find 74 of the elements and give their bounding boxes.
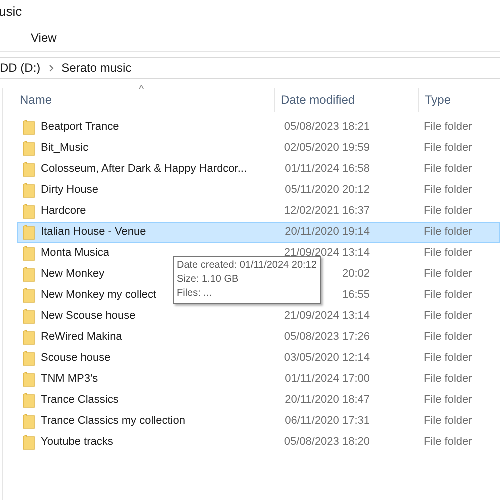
ribbon-tab[interactable]: View [31, 28, 57, 46]
file-type: File folder [423, 288, 472, 304]
date-modified: 12/02/2021 16:37 [284, 204, 370, 220]
chevron-icon [48, 64, 54, 72]
file-name: Youtube tracks [41, 435, 114, 450]
file-name: New Scouse house [41, 309, 136, 324]
date-modified: 20/11/2020 19:14 [285, 225, 370, 240]
selected-row[interactable]: Italian House - Venue 20/11/2020 19:14 File folder [17, 222, 500, 243]
breadcrumb[interactable]: Serato music [62, 59, 132, 77]
folder-icon [23, 330, 35, 345]
folder-icon [23, 120, 35, 135]
file-name: Trance Classics [41, 393, 119, 408]
file-name: Hardcore [41, 204, 86, 220]
file-name: Italian House - Venue [41, 225, 146, 240]
folder-icon [23, 162, 35, 177]
date-modified: 20:02 [342, 267, 370, 282]
file-name: Trance Classics my collection [41, 414, 186, 430]
tooltip-text: Files: ... [177, 287, 214, 301]
column-header[interactable]: Type [418, 88, 500, 112]
file-type: File folder [423, 435, 472, 450]
file-name: New Monkey my collect [41, 288, 157, 304]
file-type: File folder [423, 372, 472, 388]
folder-icon [23, 372, 35, 387]
file-type: File folder [423, 414, 472, 430]
file-type: File folder [423, 162, 472, 178]
date-modified: 01/11/2024 17:00 [285, 372, 370, 388]
file-type: File folder [423, 330, 472, 346]
date-modified: 01/11/2024 16:58 [285, 162, 370, 178]
date-modified: 05/08/2023 18:20 [284, 435, 370, 450]
file-type: File folder [423, 141, 472, 156]
folder-icon [23, 183, 35, 198]
file-type: File folder [423, 204, 472, 220]
file-name: TNM MP3's [41, 372, 98, 388]
breadcrumb[interactable]: DD (D:) [0, 59, 41, 77]
file-type: File folder [423, 225, 472, 240]
file-name: New Monkey [41, 267, 105, 282]
tooltip-text: Date created: 01/11/2024 20:12 [177, 259, 317, 273]
folder-icon [23, 204, 35, 219]
folder-icon [23, 246, 35, 261]
folder-icon [23, 435, 35, 450]
folder-icon [23, 414, 35, 429]
file-name: Monta Musica [41, 246, 110, 262]
file-name: Dirty House [41, 183, 98, 198]
file-name: Scouse house [41, 351, 111, 366]
folder-icon [23, 393, 35, 408]
folder-icon [23, 141, 35, 156]
file-name: Beatport Trance [41, 120, 120, 136]
date-modified: 05/08/2023 18:21 [284, 120, 370, 136]
folder-icon [23, 267, 35, 282]
window-title: usic [0, 3, 22, 22]
file-type: File folder [423, 267, 472, 282]
date-modified: 06/11/2020 17:31 [285, 414, 370, 430]
file-name: Bit_Music [41, 141, 89, 156]
date-modified: 05/08/2023 17:26 [284, 330, 370, 346]
file-type: File folder [423, 393, 472, 408]
folder-icon [23, 351, 35, 366]
date-modified: 16:55 [342, 288, 370, 304]
date-modified: 21/09/2024 13:14 [284, 309, 370, 324]
file-type: File folder [423, 183, 472, 198]
file-type: File folder [423, 246, 472, 262]
folder-icon [23, 225, 35, 240]
date-modified: 02/05/2020 19:59 [284, 141, 370, 156]
file-name: ReWired Makina [41, 330, 122, 346]
file-name: Colosseum, After Dark & Happy Hardcor... [41, 162, 248, 178]
tooltip-text: Size: 1.10 GB [177, 273, 240, 287]
file-type: File folder [423, 309, 472, 324]
column-header[interactable]: Date modified [274, 88, 418, 112]
date-modified: 20/11/2020 18:47 [285, 393, 370, 408]
file-type: File folder [423, 120, 472, 136]
folder-icon [23, 309, 35, 324]
date-modified: 03/05/2020 12:14 [284, 351, 370, 366]
folder-icon [23, 288, 35, 303]
file-type: File folder [423, 351, 472, 366]
date-modified: 05/11/2020 20:12 [285, 183, 370, 198]
